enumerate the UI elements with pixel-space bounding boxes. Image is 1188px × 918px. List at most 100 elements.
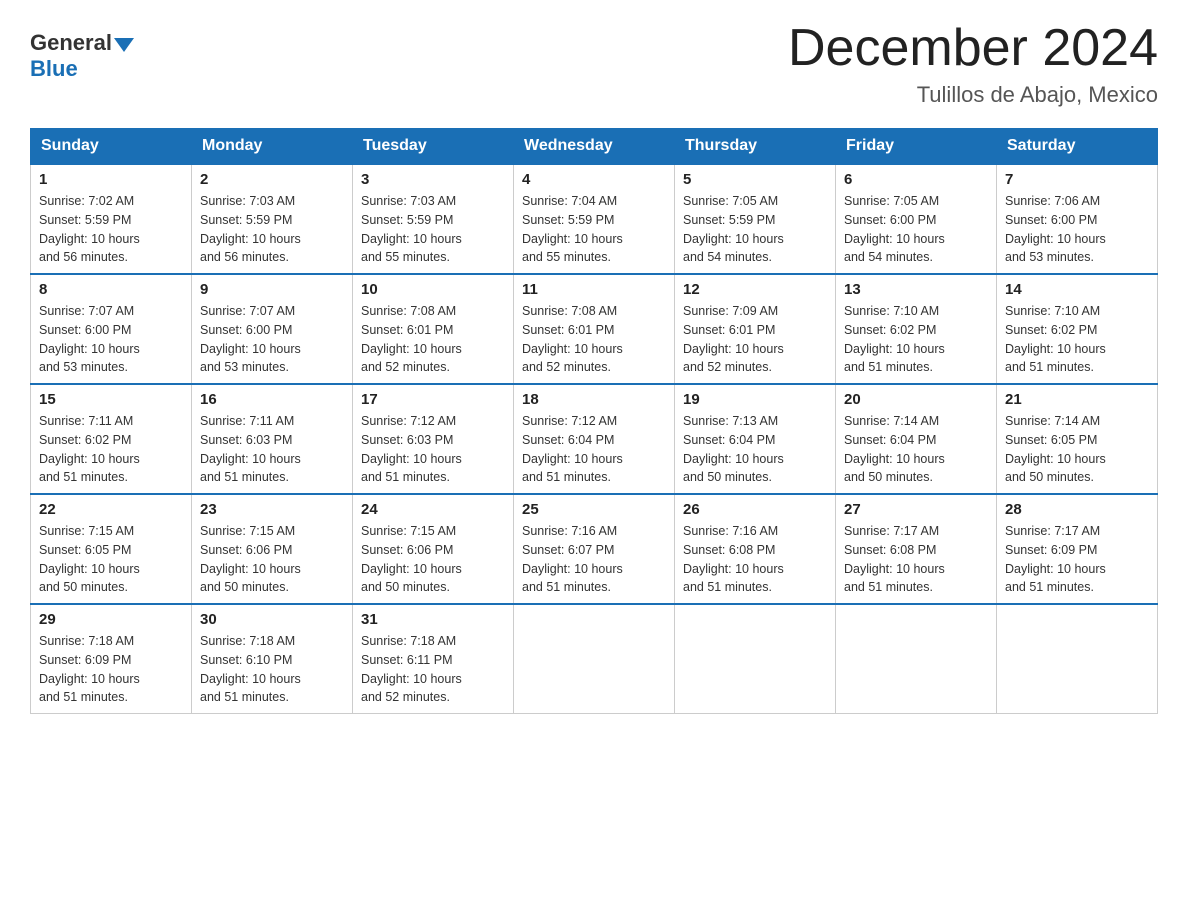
calendar-cell: 22 Sunrise: 7:15 AMSunset: 6:05 PMDaylig… (31, 494, 192, 604)
calendar-cell: 1 Sunrise: 7:02 AMSunset: 5:59 PMDayligh… (31, 164, 192, 274)
day-info: Sunrise: 7:03 AMSunset: 5:59 PMDaylight:… (361, 192, 505, 267)
header-tuesday: Tuesday (353, 129, 514, 165)
day-number: 1 (39, 171, 183, 188)
calendar-cell: 9 Sunrise: 7:07 AMSunset: 6:00 PMDayligh… (192, 274, 353, 384)
day-info: Sunrise: 7:12 AMSunset: 6:04 PMDaylight:… (522, 412, 666, 487)
logo-blue-text: Blue (30, 56, 78, 82)
day-number: 13 (844, 281, 988, 298)
day-number: 10 (361, 281, 505, 298)
calendar-cell: 10 Sunrise: 7:08 AMSunset: 6:01 PMDaylig… (353, 274, 514, 384)
day-number: 24 (361, 501, 505, 518)
day-number: 18 (522, 391, 666, 408)
calendar-cell: 8 Sunrise: 7:07 AMSunset: 6:00 PMDayligh… (31, 274, 192, 384)
calendar-cell: 27 Sunrise: 7:17 AMSunset: 6:08 PMDaylig… (836, 494, 997, 604)
day-number: 8 (39, 281, 183, 298)
week-row-4: 22 Sunrise: 7:15 AMSunset: 6:05 PMDaylig… (31, 494, 1158, 604)
day-number: 9 (200, 281, 344, 298)
day-info: Sunrise: 7:08 AMSunset: 6:01 PMDaylight:… (522, 302, 666, 377)
day-info: Sunrise: 7:10 AMSunset: 6:02 PMDaylight:… (844, 302, 988, 377)
day-info: Sunrise: 7:12 AMSunset: 6:03 PMDaylight:… (361, 412, 505, 487)
day-info: Sunrise: 7:15 AMSunset: 6:06 PMDaylight:… (361, 522, 505, 597)
day-info: Sunrise: 7:18 AMSunset: 6:09 PMDaylight:… (39, 632, 183, 707)
day-number: 17 (361, 391, 505, 408)
calendar-cell: 13 Sunrise: 7:10 AMSunset: 6:02 PMDaylig… (836, 274, 997, 384)
day-info: Sunrise: 7:02 AMSunset: 5:59 PMDaylight:… (39, 192, 183, 267)
day-number: 31 (361, 611, 505, 628)
calendar-cell: 5 Sunrise: 7:05 AMSunset: 5:59 PMDayligh… (675, 164, 836, 274)
calendar-cell: 21 Sunrise: 7:14 AMSunset: 6:05 PMDaylig… (997, 384, 1158, 494)
day-number: 14 (1005, 281, 1149, 298)
week-row-2: 8 Sunrise: 7:07 AMSunset: 6:00 PMDayligh… (31, 274, 1158, 384)
day-number: 19 (683, 391, 827, 408)
day-number: 2 (200, 171, 344, 188)
calendar-cell: 11 Sunrise: 7:08 AMSunset: 6:01 PMDaylig… (514, 274, 675, 384)
day-number: 27 (844, 501, 988, 518)
calendar-cell: 24 Sunrise: 7:15 AMSunset: 6:06 PMDaylig… (353, 494, 514, 604)
calendar-cell: 29 Sunrise: 7:18 AMSunset: 6:09 PMDaylig… (31, 604, 192, 714)
calendar-cell: 15 Sunrise: 7:11 AMSunset: 6:02 PMDaylig… (31, 384, 192, 494)
day-info: Sunrise: 7:07 AMSunset: 6:00 PMDaylight:… (200, 302, 344, 377)
day-info: Sunrise: 7:18 AMSunset: 6:11 PMDaylight:… (361, 632, 505, 707)
day-number: 4 (522, 171, 666, 188)
day-info: Sunrise: 7:14 AMSunset: 6:05 PMDaylight:… (1005, 412, 1149, 487)
calendar-cell: 25 Sunrise: 7:16 AMSunset: 6:07 PMDaylig… (514, 494, 675, 604)
day-number: 11 (522, 281, 666, 298)
day-info: Sunrise: 7:09 AMSunset: 6:01 PMDaylight:… (683, 302, 827, 377)
day-number: 22 (39, 501, 183, 518)
day-number: 26 (683, 501, 827, 518)
header-saturday: Saturday (997, 129, 1158, 165)
calendar-cell: 16 Sunrise: 7:11 AMSunset: 6:03 PMDaylig… (192, 384, 353, 494)
logo-arrow-icon (114, 38, 134, 52)
day-number: 3 (361, 171, 505, 188)
day-number: 20 (844, 391, 988, 408)
header-thursday: Thursday (675, 129, 836, 165)
calendar-cell: 31 Sunrise: 7:18 AMSunset: 6:11 PMDaylig… (353, 604, 514, 714)
logo-general-text: General (30, 30, 112, 56)
day-info: Sunrise: 7:15 AMSunset: 6:05 PMDaylight:… (39, 522, 183, 597)
week-row-5: 29 Sunrise: 7:18 AMSunset: 6:09 PMDaylig… (31, 604, 1158, 714)
header-friday: Friday (836, 129, 997, 165)
calendar-table: Sunday Monday Tuesday Wednesday Thursday… (30, 128, 1158, 714)
calendar-cell: 2 Sunrise: 7:03 AMSunset: 5:59 PMDayligh… (192, 164, 353, 274)
calendar-cell: 30 Sunrise: 7:18 AMSunset: 6:10 PMDaylig… (192, 604, 353, 714)
calendar-cell: 14 Sunrise: 7:10 AMSunset: 6:02 PMDaylig… (997, 274, 1158, 384)
calendar-cell: 6 Sunrise: 7:05 AMSunset: 6:00 PMDayligh… (836, 164, 997, 274)
week-row-3: 15 Sunrise: 7:11 AMSunset: 6:02 PMDaylig… (31, 384, 1158, 494)
day-info: Sunrise: 7:11 AMSunset: 6:02 PMDaylight:… (39, 412, 183, 487)
calendar-cell: 26 Sunrise: 7:16 AMSunset: 6:08 PMDaylig… (675, 494, 836, 604)
calendar-cell (514, 604, 675, 714)
week-row-1: 1 Sunrise: 7:02 AMSunset: 5:59 PMDayligh… (31, 164, 1158, 274)
day-info: Sunrise: 7:08 AMSunset: 6:01 PMDaylight:… (361, 302, 505, 377)
day-number: 25 (522, 501, 666, 518)
header-sunday: Sunday (31, 129, 192, 165)
day-info: Sunrise: 7:16 AMSunset: 6:08 PMDaylight:… (683, 522, 827, 597)
day-number: 12 (683, 281, 827, 298)
calendar-cell: 3 Sunrise: 7:03 AMSunset: 5:59 PMDayligh… (353, 164, 514, 274)
calendar-cell: 18 Sunrise: 7:12 AMSunset: 6:04 PMDaylig… (514, 384, 675, 494)
day-number: 5 (683, 171, 827, 188)
day-number: 28 (1005, 501, 1149, 518)
day-info: Sunrise: 7:18 AMSunset: 6:10 PMDaylight:… (200, 632, 344, 707)
weekday-header-row: Sunday Monday Tuesday Wednesday Thursday… (31, 129, 1158, 165)
title-block: December 2024 Tulillos de Abajo, Mexico (788, 20, 1158, 108)
day-info: Sunrise: 7:07 AMSunset: 6:00 PMDaylight:… (39, 302, 183, 377)
calendar-cell: 12 Sunrise: 7:09 AMSunset: 6:01 PMDaylig… (675, 274, 836, 384)
calendar-cell: 17 Sunrise: 7:12 AMSunset: 6:03 PMDaylig… (353, 384, 514, 494)
day-info: Sunrise: 7:15 AMSunset: 6:06 PMDaylight:… (200, 522, 344, 597)
day-info: Sunrise: 7:06 AMSunset: 6:00 PMDaylight:… (1005, 192, 1149, 267)
day-info: Sunrise: 7:10 AMSunset: 6:02 PMDaylight:… (1005, 302, 1149, 377)
day-info: Sunrise: 7:04 AMSunset: 5:59 PMDaylight:… (522, 192, 666, 267)
day-info: Sunrise: 7:14 AMSunset: 6:04 PMDaylight:… (844, 412, 988, 487)
calendar-cell: 20 Sunrise: 7:14 AMSunset: 6:04 PMDaylig… (836, 384, 997, 494)
day-number: 7 (1005, 171, 1149, 188)
header-wednesday: Wednesday (514, 129, 675, 165)
day-info: Sunrise: 7:03 AMSunset: 5:59 PMDaylight:… (200, 192, 344, 267)
page-header: General Blue December 2024 Tulillos de A… (30, 20, 1158, 108)
day-info: Sunrise: 7:17 AMSunset: 6:08 PMDaylight:… (844, 522, 988, 597)
calendar-cell: 19 Sunrise: 7:13 AMSunset: 6:04 PMDaylig… (675, 384, 836, 494)
calendar-cell: 28 Sunrise: 7:17 AMSunset: 6:09 PMDaylig… (997, 494, 1158, 604)
day-number: 23 (200, 501, 344, 518)
day-info: Sunrise: 7:16 AMSunset: 6:07 PMDaylight:… (522, 522, 666, 597)
day-info: Sunrise: 7:17 AMSunset: 6:09 PMDaylight:… (1005, 522, 1149, 597)
logo: General Blue (30, 30, 134, 82)
